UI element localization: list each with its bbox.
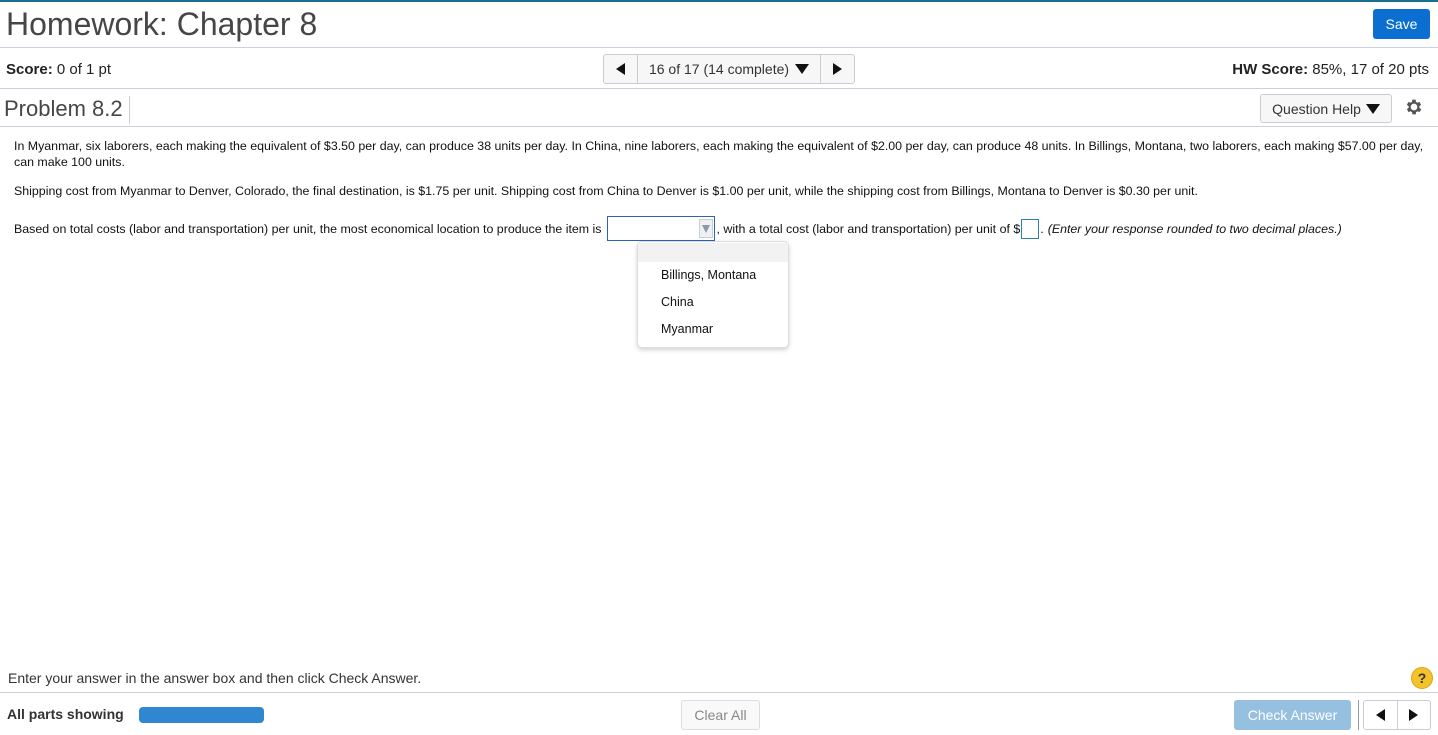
- dropdown-option-billings-montana[interactable]: Billings, Montana: [638, 262, 788, 289]
- caret-down-icon: [795, 64, 810, 74]
- help-icon[interactable]: ?: [1411, 667, 1433, 689]
- clear-all-button[interactable]: Clear All: [681, 700, 760, 730]
- answer-prompt: Based on total costs (labor and transpor…: [14, 221, 602, 236]
- left-arrow-icon: [616, 63, 625, 75]
- select-arrow-icon[interactable]: [698, 219, 713, 238]
- question-select-dropdown[interactable]: 16 of 17 (14 complete): [638, 55, 820, 83]
- gear-icon[interactable]: [1404, 97, 1424, 117]
- previous-question-button[interactable]: [604, 55, 638, 83]
- page-title: Homework: Chapter 8: [6, 6, 318, 42]
- dropdown-option-china[interactable]: China: [638, 289, 788, 316]
- footer-question-navigator: [1363, 700, 1431, 730]
- problem-paragraph-2: Shipping cost from Myanmar to Denver, Co…: [14, 184, 1198, 198]
- all-parts-label: All parts showing: [7, 706, 124, 722]
- header: Homework: Chapter 8 Save: [0, 2, 1438, 48]
- score-value: 0 of 1 pt: [52, 61, 112, 78]
- divider: [1358, 700, 1359, 730]
- right-arrow-icon: [1409, 709, 1419, 721]
- instruction-text: Enter your answer in the answer box and …: [8, 670, 422, 686]
- next-question-button[interactable]: [820, 55, 854, 83]
- check-answer-button[interactable]: Check Answer: [1234, 700, 1351, 730]
- save-button[interactable]: Save: [1373, 9, 1430, 39]
- footer-next-button[interactable]: [1398, 701, 1431, 729]
- answer-line: Based on total costs (labor and transpor…: [14, 216, 1342, 241]
- parts-progress-bar: [139, 707, 264, 723]
- footer: All parts showing Clear All Check Answer: [0, 692, 1438, 735]
- score-bar: Score: 0 of 1 pt 16 of 17 (14 complete) …: [0, 49, 1438, 89]
- hw-score-value: 85%, 17 of 20 pts: [1308, 61, 1429, 78]
- right-arrow-icon: [833, 63, 842, 75]
- dropdown-option-myanmar[interactable]: Myanmar: [638, 316, 788, 343]
- answer-prompt-suffix: .: [1040, 221, 1044, 236]
- question-navigator: 16 of 17 (14 complete): [603, 54, 855, 84]
- footer-previous-button[interactable]: [1364, 701, 1398, 729]
- location-select[interactable]: [606, 216, 715, 241]
- total-cost-input[interactable]: [1021, 218, 1040, 239]
- rounding-hint: (Enter your response rounded to two deci…: [1047, 221, 1342, 236]
- hw-score-label: HW Score:: [1232, 61, 1309, 78]
- question-content: In Myanmar, six laborers, each making th…: [14, 138, 1424, 241]
- problem-paragraph-1: In Myanmar, six laborers, each making th…: [14, 139, 1424, 169]
- answer-prompt-middle: , with a total cost (labor and transport…: [716, 221, 1021, 236]
- score-label: Score:: [6, 61, 53, 78]
- location-dropdown-menu: Billings, Montana China Myanmar: [637, 241, 789, 348]
- dropdown-option-blank[interactable]: [638, 243, 788, 262]
- question-help-label: Question Help: [1272, 100, 1361, 117]
- problem-bar: Problem 8.2 Question Help: [0, 90, 1438, 127]
- problem-title: Problem 8.2: [4, 96, 130, 124]
- hw-score: HW Score: 85%, 17 of 20 pts: [1232, 61, 1429, 78]
- question-position: 16 of 17 (14 complete): [648, 61, 790, 77]
- left-arrow-icon: [1375, 709, 1385, 721]
- question-help-button[interactable]: Question Help: [1260, 94, 1392, 123]
- question-score: Score: 0 of 1 pt: [6, 61, 111, 78]
- caret-down-icon: [1365, 103, 1380, 114]
